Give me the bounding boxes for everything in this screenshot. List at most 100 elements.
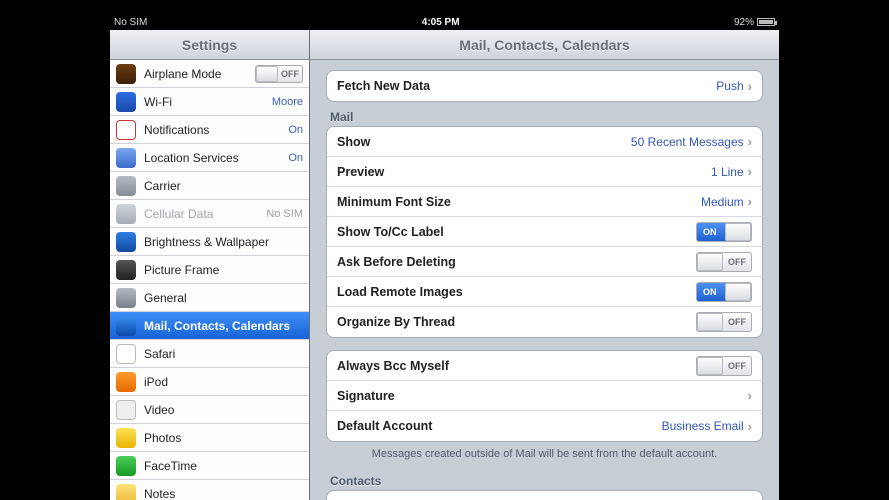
safari-icon	[116, 344, 136, 364]
group-footer-note: Messages created outside of Mail will be…	[326, 442, 763, 466]
toggle-switch[interactable]: ON	[696, 222, 752, 242]
group-header: Mail	[326, 102, 763, 126]
settings-row[interactable]: Show50 Recent Messages ›	[327, 127, 762, 157]
sidebar-item-airplane[interactable]: Airplane Mode OFF	[110, 60, 309, 88]
carrier-icon	[116, 176, 136, 196]
sidebar-item-mail[interactable]: Mail, Contacts, Calendars	[110, 312, 309, 340]
toggle-on-label: ON	[703, 227, 717, 237]
sidebar-item-loc[interactable]: Location ServicesOn	[110, 144, 309, 172]
row-title: Signature	[337, 389, 748, 403]
status-time: 4:05 PM	[147, 17, 734, 28]
group-header: Contacts	[326, 466, 763, 490]
sidebar-item-bright[interactable]: Brightness & Wallpaper	[110, 228, 309, 256]
sidebar-list: Airplane Mode OFF Wi-FiMooreNotificationsO…	[110, 60, 309, 500]
sidebar-item-safari[interactable]: Safari	[110, 340, 309, 368]
row-title: Ask Before Deleting	[337, 255, 696, 269]
toggle-off-label: OFF	[728, 361, 746, 371]
settings-row[interactable]: Ask Before DeletingOFF	[327, 247, 762, 277]
settings-row[interactable]: Default AccountBusiness Email ›	[327, 411, 762, 441]
toggle-switch[interactable]: OFF	[696, 312, 752, 332]
row-title: Always Bcc Myself	[337, 359, 696, 373]
settings-row[interactable]: Sort OrderLast, First›	[327, 491, 762, 500]
sidebar-item-carrier[interactable]: Carrier	[110, 172, 309, 200]
row-value: Business Email	[662, 419, 744, 433]
video-icon	[116, 400, 136, 420]
settings-row[interactable]: Load Remote Images ON	[327, 277, 762, 307]
row-value: Push	[716, 79, 743, 93]
status-carrier: No SIM	[114, 17, 147, 28]
sidebar-item-label: Airplane Mode	[144, 67, 255, 81]
sidebar-item-label: Photos	[144, 431, 303, 445]
airplane-icon	[116, 64, 136, 84]
status-battery-percent: 92%	[734, 17, 754, 28]
settings-row[interactable]: Fetch New DataPush›	[327, 71, 762, 101]
sidebar-item-notif[interactable]: NotificationsOn	[110, 116, 309, 144]
sidebar-item-gen[interactable]: General	[110, 284, 309, 312]
chevron-right-icon: ›	[748, 388, 752, 403]
sidebar-item-photos[interactable]: Photos	[110, 424, 309, 452]
wifi-icon	[116, 92, 136, 112]
detail-title: Mail, Contacts, Calendars	[310, 30, 779, 60]
notes-icon	[116, 484, 136, 500]
row-title: Show To/Cc Label	[337, 225, 696, 239]
sidebar-item-wifi[interactable]: Wi-FiMoore	[110, 88, 309, 116]
sidebar-item-value: On	[288, 152, 303, 164]
settings-table: Always Bcc MyselfOFFSignature›Default Ac…	[326, 350, 763, 442]
sidebar-item-label: Cellular Data	[144, 207, 266, 221]
gen-icon	[116, 288, 136, 308]
row-value: 50 Recent Messages	[631, 135, 744, 149]
sidebar-item-cell[interactable]: Cellular DataNo SIM	[110, 200, 309, 228]
toggle-off-label: OFF	[281, 69, 299, 79]
sidebar: Settings Airplane Mode OFF Wi-FiMooreNotif…	[110, 30, 310, 500]
notif-icon	[116, 120, 136, 140]
mail-icon	[116, 316, 136, 336]
settings-row[interactable]: Signature›	[327, 381, 762, 411]
chevron-right-icon: ›	[748, 164, 752, 179]
sidebar-item-label: General	[144, 291, 303, 305]
sidebar-item-label: Mail, Contacts, Calendars	[144, 319, 303, 333]
sidebar-item-label: Video	[144, 403, 303, 417]
settings-row[interactable]: Show To/Cc Label ON	[327, 217, 762, 247]
sidebar-item-ft[interactable]: FaceTime	[110, 452, 309, 480]
settings-row[interactable]: Preview1 Line ›	[327, 157, 762, 187]
row-title: Minimum Font Size	[337, 195, 701, 209]
status-bar: No SIM 4:05 PM 92%	[110, 14, 779, 30]
sidebar-item-ipod[interactable]: iPod	[110, 368, 309, 396]
row-title: Show	[337, 135, 631, 149]
settings-row[interactable]: Always Bcc Myself OFF	[327, 351, 762, 381]
sidebar-item-label: Carrier	[144, 179, 303, 193]
row-title: Fetch New Data	[337, 79, 716, 93]
sidebar-item-video[interactable]: Video	[110, 396, 309, 424]
row-title: Organize By Thread	[337, 315, 696, 329]
pict-icon	[116, 260, 136, 280]
sidebar-item-pict[interactable]: Picture Frame	[110, 256, 309, 284]
detail-pane: Mail, Contacts, Calendars Fetch New Data…	[310, 30, 779, 500]
airplane-mode-toggle[interactable]: OFF	[255, 65, 303, 83]
row-title: Preview	[337, 165, 711, 179]
row-value: 1 Line	[711, 165, 744, 179]
row-title: Load Remote Images	[337, 285, 696, 299]
sidebar-item-notes[interactable]: Notes	[110, 480, 309, 500]
loc-icon	[116, 148, 136, 168]
ipod-icon	[116, 372, 136, 392]
sidebar-item-value: No SIM	[266, 208, 303, 220]
battery-icon	[757, 18, 775, 26]
row-value: Medium	[701, 195, 744, 209]
toggle-on-label: ON	[703, 287, 717, 297]
settings-table: Sort OrderLast, First›Display OrderFirst…	[326, 490, 763, 500]
toggle-switch[interactable]: OFF	[696, 252, 752, 272]
photos-icon	[116, 428, 136, 448]
sidebar-item-label: Wi-Fi	[144, 95, 272, 109]
row-title: Default Account	[337, 419, 662, 433]
sidebar-item-label: Brightness & Wallpaper	[144, 235, 303, 249]
toggle-switch[interactable]: ON	[696, 282, 752, 302]
settings-row[interactable]: Organize By ThreadOFF	[327, 307, 762, 337]
sidebar-title: Settings	[110, 30, 309, 60]
bright-icon	[116, 232, 136, 252]
settings-row[interactable]: Minimum Font SizeMedium›	[327, 187, 762, 217]
toggle-switch[interactable]: OFF	[696, 356, 752, 376]
chevron-right-icon: ›	[748, 134, 752, 149]
detail-scroll[interactable]: Fetch New DataPush›MailShow50 Recent Mes…	[310, 60, 779, 500]
chevron-right-icon: ›	[748, 419, 752, 434]
settings-table: Fetch New DataPush›	[326, 70, 763, 102]
